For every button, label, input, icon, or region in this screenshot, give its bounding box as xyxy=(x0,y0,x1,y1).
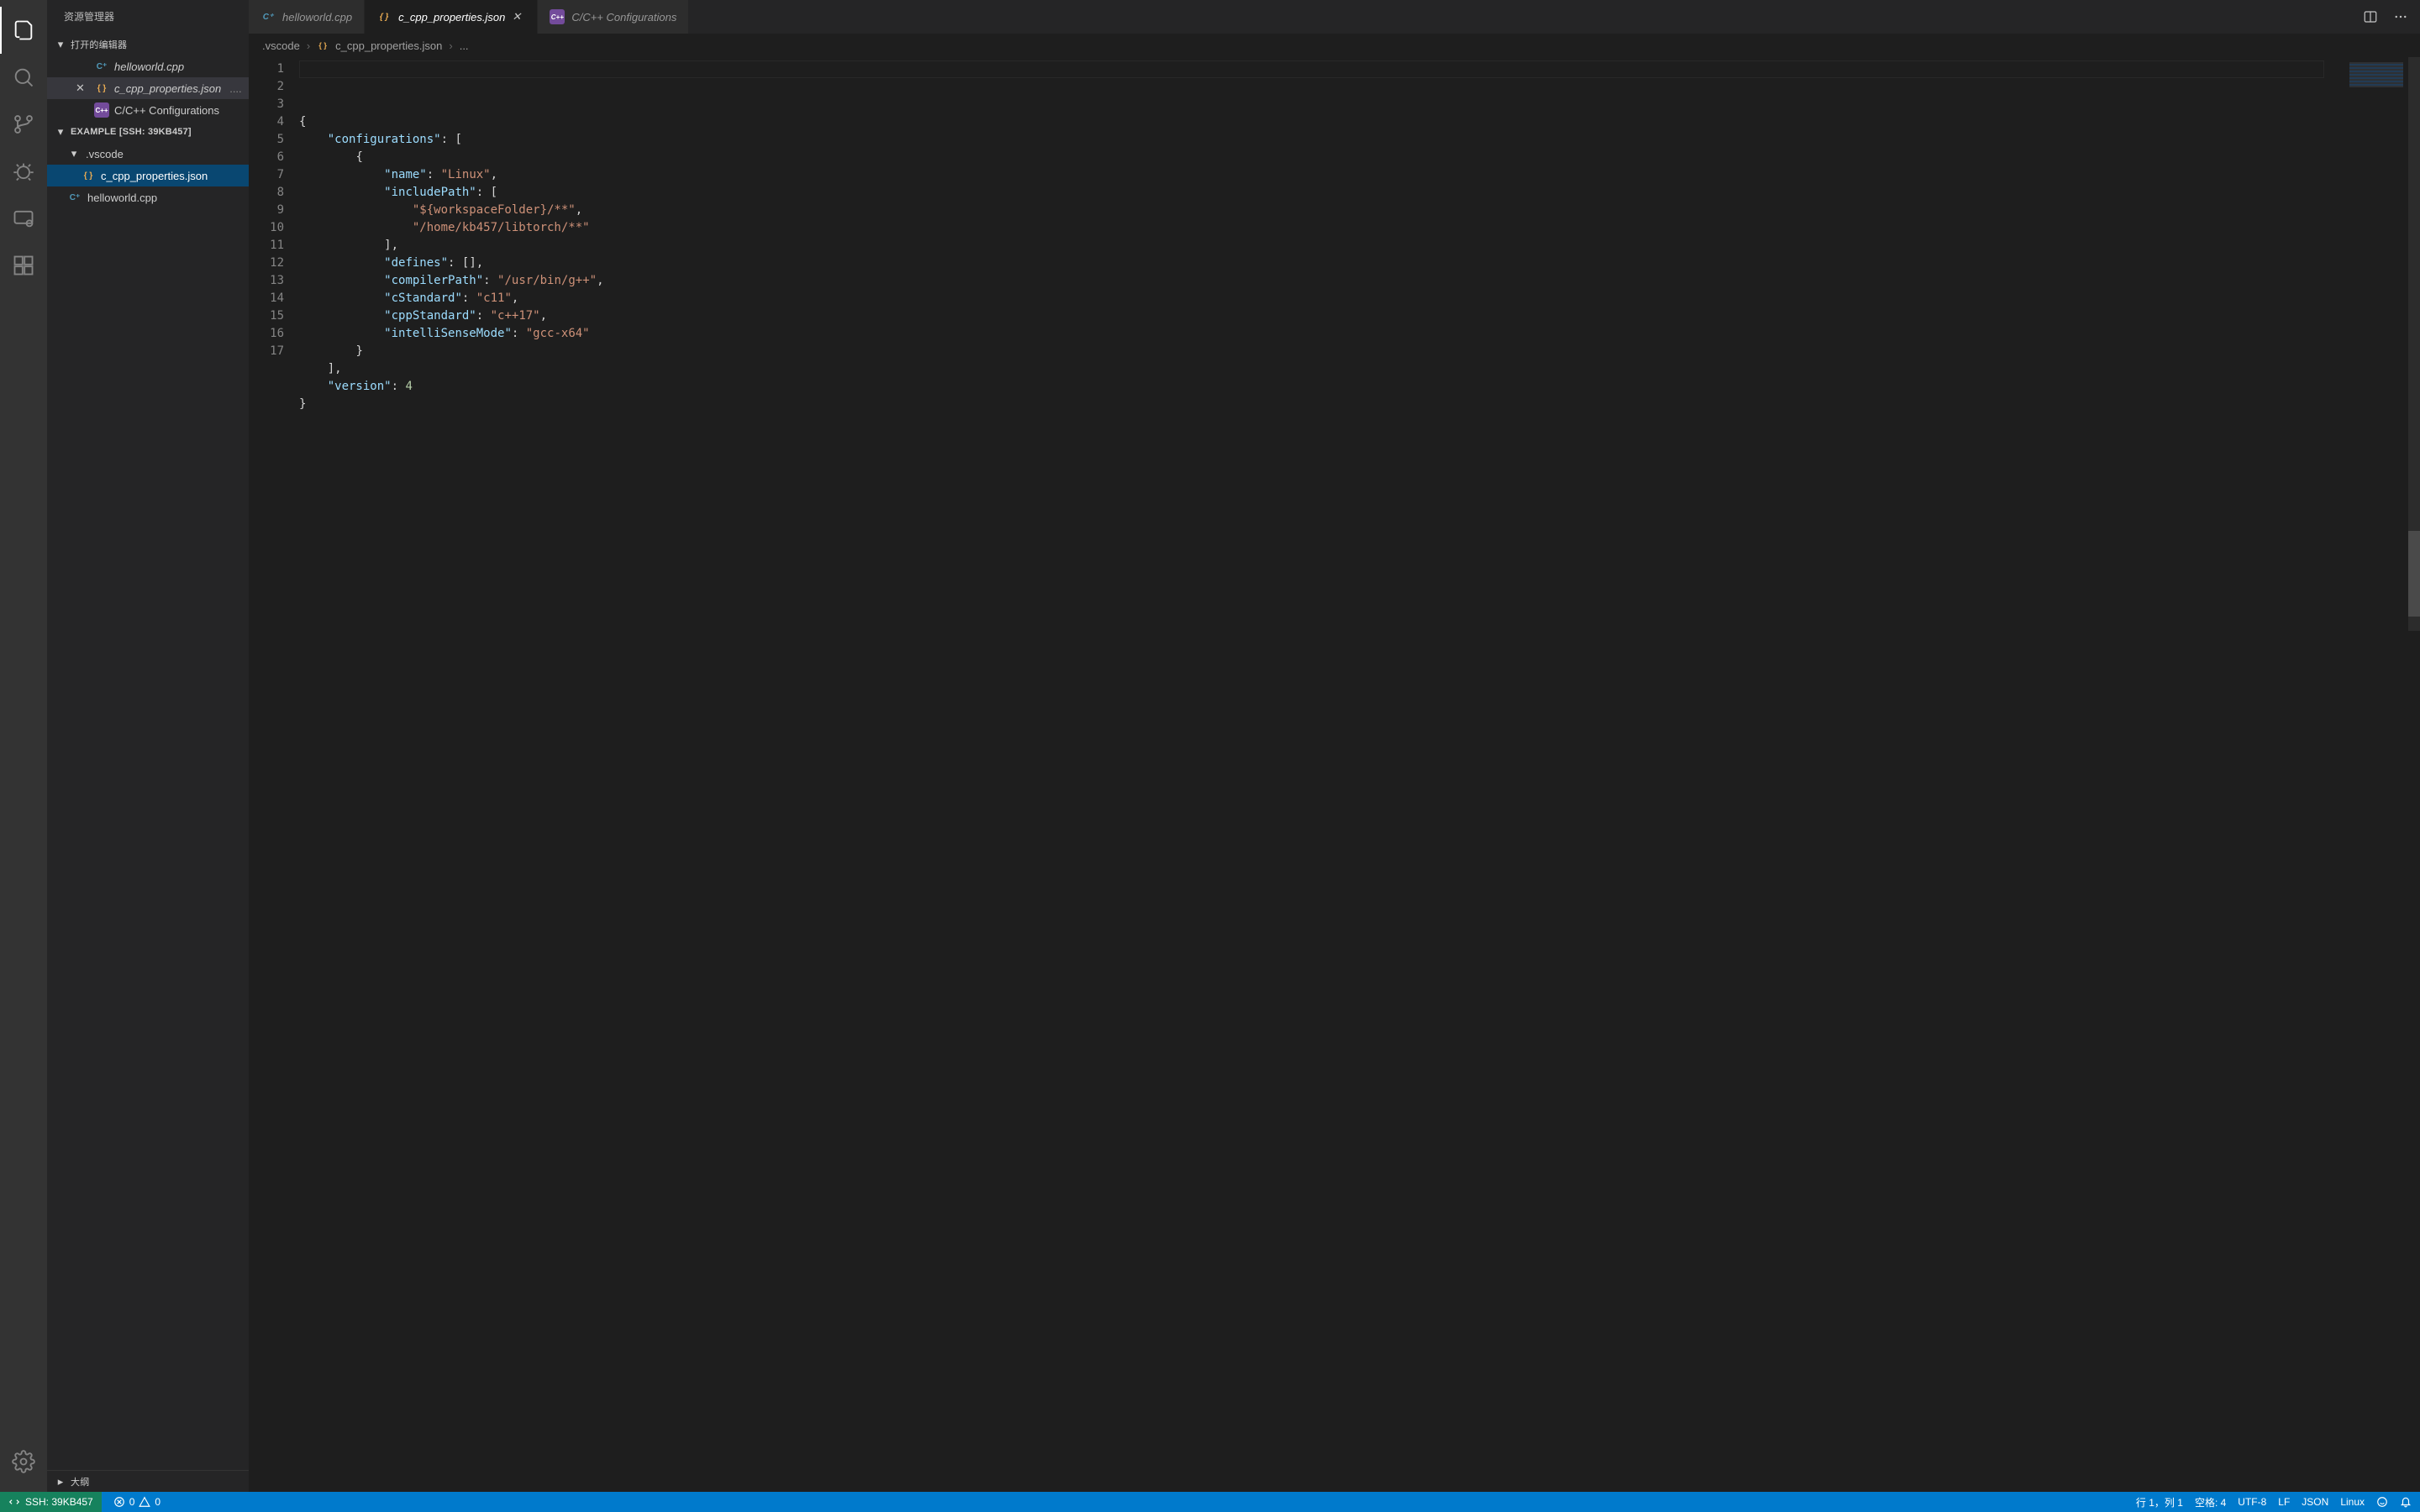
error-icon xyxy=(113,1496,125,1508)
status-problems[interactable]: 0 0 xyxy=(113,1496,160,1508)
status-feedback[interactable] xyxy=(2376,1496,2388,1508)
minimap[interactable] xyxy=(2324,57,2408,1492)
activity-debug[interactable] xyxy=(0,148,47,195)
open-editor-item[interactable]: ✕ C++ C/C++ Configurations xyxy=(47,99,249,121)
breadcrumbs[interactable]: .vscode › { } c_cpp_properties.json › ..… xyxy=(249,34,2420,57)
statusbar: SSH: 39KB457 0 0 行 1，列 1 空格: 4 UTF-8 LF … xyxy=(0,1492,2420,1512)
status-remote[interactable]: SSH: 39KB457 xyxy=(0,1492,102,1512)
activity-search[interactable] xyxy=(0,54,47,101)
cfg-file-icon: C++ xyxy=(94,102,109,118)
sidebar: 资源管理器 ▾ 打开的编辑器 ✕ C⁺ helloworld.cpp ✕ { }… xyxy=(47,0,249,1492)
activity-extensions[interactable] xyxy=(0,242,47,289)
split-editor-button[interactable] xyxy=(2363,9,2378,24)
bell-icon xyxy=(2400,1496,2412,1508)
tab-properties[interactable]: { } c_cpp_properties.json ✕ xyxy=(365,0,538,34)
gear-icon xyxy=(12,1450,35,1473)
open-editor-item[interactable]: ✕ C⁺ helloworld.cpp xyxy=(47,55,249,77)
close-icon[interactable]: ✕ xyxy=(512,10,525,24)
activity-bar xyxy=(0,0,47,1492)
branch-icon xyxy=(12,113,35,136)
activity-settings[interactable] xyxy=(0,1438,47,1485)
chevron-down-icon: ▾ xyxy=(67,147,81,160)
json-file-icon: { } xyxy=(317,39,329,51)
cpp-file-icon: C⁺ xyxy=(94,59,109,74)
smiley-icon xyxy=(2376,1496,2388,1508)
files-icon xyxy=(12,18,35,42)
line-gutter: 1234567891011121314151617 xyxy=(249,57,299,1492)
more-actions-button[interactable] xyxy=(2393,9,2408,24)
chevron-right-icon: ▸ xyxy=(54,1475,67,1488)
bug-icon xyxy=(12,160,35,183)
remote-icon xyxy=(12,207,35,230)
remote-icon xyxy=(8,1496,20,1508)
extensions-icon xyxy=(12,254,35,277)
activity-explorer[interactable] xyxy=(0,7,47,54)
split-icon xyxy=(2363,9,2378,24)
cpp-file-icon: C⁺ xyxy=(260,9,276,24)
json-file-icon: { } xyxy=(376,9,392,24)
open-editors-header[interactable]: ▾ 打开的编辑器 xyxy=(47,34,249,55)
ellipsis-icon xyxy=(2393,9,2408,24)
warning-icon xyxy=(139,1496,150,1508)
tab-helloworld[interactable]: C⁺ helloworld.cpp xyxy=(249,0,365,34)
editor-body[interactable]: 1234567891011121314151617 { "configurati… xyxy=(249,57,2420,1492)
status-encoding[interactable]: UTF-8 xyxy=(2238,1496,2266,1508)
tabs: C⁺ helloworld.cpp { } c_cpp_properties.j… xyxy=(249,0,2420,34)
tab-cpp-config[interactable]: C++ C/C++ Configurations xyxy=(538,0,689,34)
cfg-file-icon: C++ xyxy=(550,9,565,24)
chevron-right-icon: › xyxy=(307,39,310,52)
sidebar-title: 资源管理器 xyxy=(47,0,249,34)
tree-file[interactable]: { } c_cpp_properties.json xyxy=(47,165,249,186)
status-os[interactable]: Linux xyxy=(2340,1496,2365,1508)
status-lncol[interactable]: 行 1，列 1 xyxy=(2136,1495,2183,1509)
editor-region: C⁺ helloworld.cpp { } c_cpp_properties.j… xyxy=(249,0,2420,1492)
close-icon[interactable]: ✕ xyxy=(76,81,89,95)
chevron-right-icon: › xyxy=(449,39,452,52)
open-editor-item[interactable]: ✕ { } c_cpp_properties.json .... xyxy=(47,77,249,99)
json-file-icon: { } xyxy=(81,168,96,183)
tree-folder[interactable]: ▾ .vscode xyxy=(47,143,249,165)
status-language[interactable]: JSON xyxy=(2302,1496,2328,1508)
folder-header[interactable]: ▾ EXAMPLE [SSH: 39KB457] xyxy=(47,121,249,143)
search-icon xyxy=(12,66,35,89)
cpp-file-icon: C⁺ xyxy=(67,190,82,205)
status-spaces[interactable]: 空格: 4 xyxy=(2195,1495,2226,1509)
tree-file[interactable]: C⁺ helloworld.cpp xyxy=(47,186,249,208)
code-area[interactable]: { "configurations": [ { "name": "Linux",… xyxy=(299,57,2324,1492)
json-file-icon: { } xyxy=(94,81,109,96)
chevron-down-icon: ▾ xyxy=(54,125,67,139)
outline-header[interactable]: ▸ 大纲 xyxy=(47,1470,249,1492)
chevron-down-icon: ▾ xyxy=(54,38,67,51)
activity-scm[interactable] xyxy=(0,101,47,148)
scrollbar[interactable] xyxy=(2408,57,2420,1492)
activity-remote[interactable] xyxy=(0,195,47,242)
status-notifications[interactable] xyxy=(2400,1496,2412,1508)
status-eol[interactable]: LF xyxy=(2278,1496,2290,1508)
